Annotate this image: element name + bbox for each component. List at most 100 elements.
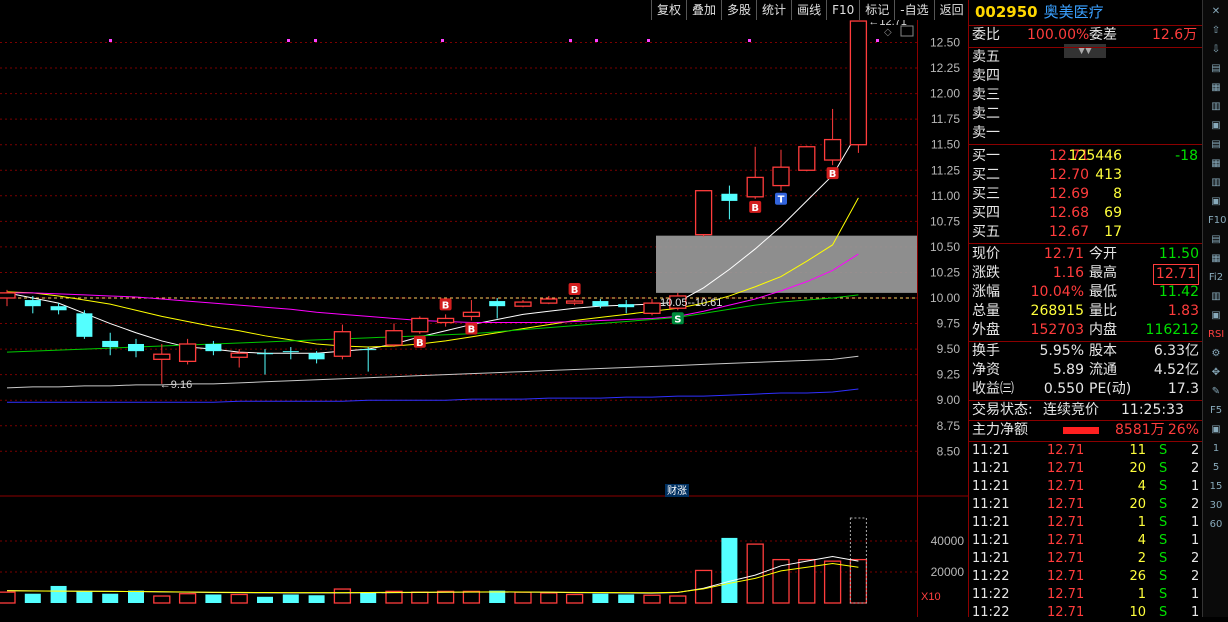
- sidebar-tool-icon[interactable]: ▣: [1208, 309, 1224, 323]
- volume-bar: [565, 593, 584, 604]
- bid-volume: 125446: [1068, 148, 1122, 164]
- toolbar-button-6[interactable]: 标记: [859, 0, 895, 20]
- quote-label: 现价: [972, 246, 1000, 262]
- sidebar-tool-icon[interactable]: RSI: [1208, 328, 1224, 342]
- bid-row[interactable]: 买五 12.67 17: [969, 223, 1202, 242]
- volume-bar: [823, 560, 842, 604]
- stock-name[interactable]: 奥美医疗: [1044, 3, 1104, 21]
- toolbar-button-5[interactable]: F10: [826, 0, 860, 20]
- quote-value: 10.04%: [1030, 284, 1084, 300]
- sidebar-tool-icon[interactable]: 60: [1208, 518, 1224, 532]
- toolbar-button-2[interactable]: 多股: [721, 0, 757, 20]
- signal-marker-label: B: [416, 338, 424, 349]
- kline-chart[interactable]: 12.50 12.25 12.00 11.75 11.50 11.25 11.00 10.75…: [0, 20, 968, 617]
- stat-label: 股本: [1089, 343, 1117, 359]
- volume-bar: [411, 591, 429, 604]
- sidebar-tool-icon[interactable]: ▦: [1208, 81, 1224, 95]
- price-tick-label: 10.00: [930, 291, 960, 305]
- sidebar-tool-icon[interactable]: 30: [1208, 499, 1224, 513]
- candle-body: [540, 298, 558, 304]
- sidebar-tool-icon[interactable]: Fi2: [1208, 271, 1224, 285]
- sidebar-tool-icon[interactable]: ▣: [1208, 195, 1224, 209]
- candle-body: [746, 176, 764, 198]
- volume-bar: [462, 590, 481, 604]
- sidebar-tool-icon[interactable]: 5: [1208, 461, 1224, 475]
- volume-bar: [360, 592, 377, 603]
- tick-side: S: [1159, 515, 1168, 530]
- tick-price: 12.71: [1047, 569, 1085, 584]
- candle-body: [230, 352, 248, 358]
- volume-bar: [76, 591, 93, 603]
- bid-row[interactable]: 买二 12.70 413: [969, 166, 1202, 185]
- sidebar-tool-icon[interactable]: 15: [1208, 480, 1224, 494]
- tick-count: 2: [1191, 569, 1200, 584]
- sidebar-tool-icon[interactable]: F10: [1208, 214, 1226, 228]
- trade-status-value: 连续竞价: [1043, 402, 1099, 418]
- sidebar-tool-icon[interactable]: ⇧: [1208, 24, 1224, 38]
- sidebar-tool-icon[interactable]: ▤: [1208, 62, 1224, 76]
- bid-row[interactable]: 买三 12.69 8: [969, 185, 1202, 204]
- sidebar-tool-icon[interactable]: ▦: [1208, 252, 1224, 266]
- candle-body: [385, 330, 403, 346]
- tick-row: 11:21 12.71 4 S 1: [969, 478, 1202, 496]
- toolbar-button-8[interactable]: 返回: [933, 0, 969, 20]
- bid-price: 12.70: [1049, 167, 1090, 183]
- toolbar-button-3[interactable]: 统计: [756, 0, 792, 20]
- tick-price: 12.71: [1047, 551, 1085, 566]
- quote-label: 总量: [972, 303, 1000, 319]
- toolbar-button-4[interactable]: 画线: [791, 0, 827, 20]
- sidebar-tool-icon[interactable]: F5: [1208, 404, 1224, 418]
- bid-volume: 413: [1095, 167, 1122, 183]
- bid-row[interactable]: 买一 12.71 125446 -18: [969, 147, 1202, 166]
- volume-bar: [0, 591, 16, 604]
- signal-marker-label: B: [571, 285, 579, 296]
- trade-status-label: 交易状态:: [972, 402, 1033, 418]
- tick-time: 11:21: [972, 497, 1010, 512]
- sidebar-tool-icon[interactable]: ✎: [1208, 385, 1224, 399]
- toolbar-button-7[interactable]: -自选: [894, 0, 934, 20]
- main-flow-row[interactable]: 主力净额 8581万 26%: [969, 421, 1202, 440]
- weibi-label: 委比: [972, 27, 1000, 43]
- quote-panel: 002950 奥美医疗 委比 100.00% 委差 12.6万 ▼▼ 卖五 卖四 卖三 卖二 卖一买…: [968, 0, 1202, 620]
- toolbar-button-1[interactable]: 叠加: [686, 0, 722, 20]
- ask-label: 卖五: [972, 49, 1000, 65]
- candle-body: [643, 302, 661, 314]
- candle-body: [411, 317, 429, 333]
- sidebar-tool-icon[interactable]: ▥: [1208, 176, 1224, 190]
- price-tick-label: 10.25: [930, 265, 960, 279]
- sidebar-tool-icon[interactable]: ▣: [1208, 119, 1224, 133]
- sidebar-tool-icon[interactable]: ▤: [1208, 138, 1224, 152]
- stat-row: 换手 5.95% 股本 6.33亿: [969, 342, 1202, 361]
- candle-body: [772, 166, 790, 187]
- candle-body: [257, 353, 273, 355]
- quote-label: 最低: [1089, 284, 1117, 300]
- sidebar-tool-icon[interactable]: ▤: [1208, 233, 1224, 247]
- quote-row: 现价 12.71 今开 11.50: [969, 245, 1202, 264]
- price-tick-label: 11.00: [931, 189, 960, 203]
- sidebar-tool-icon[interactable]: ✕: [1208, 5, 1224, 19]
- candle-body: [0, 292, 16, 299]
- bid-row[interactable]: 买四 12.68 69: [969, 204, 1202, 223]
- sidebar-tool-icon[interactable]: ▥: [1208, 290, 1224, 304]
- bid-price: 12.68: [1049, 205, 1090, 221]
- volume-bar: [618, 594, 635, 603]
- tick-side: S: [1159, 461, 1168, 476]
- sidebar-tool-icon[interactable]: ▣: [1208, 423, 1224, 437]
- candle-body: [489, 301, 506, 307]
- candle-body: [282, 351, 299, 353]
- bid-label: 买四: [972, 205, 1000, 221]
- tick-time: 11:21: [972, 533, 1010, 548]
- event-dot: [876, 39, 879, 42]
- sidebar-tool-icon[interactable]: ▦: [1208, 157, 1224, 171]
- tick-side: S: [1159, 533, 1168, 548]
- candle-body: [849, 20, 868, 146]
- event-dot: [441, 39, 444, 42]
- tick-volume: 1: [1137, 515, 1146, 530]
- sidebar-tool-icon[interactable]: ▥: [1208, 100, 1224, 114]
- sidebar-tool-icon[interactable]: ✥: [1208, 366, 1224, 380]
- sidebar-tool-icon[interactable]: 1: [1208, 442, 1224, 456]
- sidebar-tool-icon[interactable]: ⇩: [1208, 43, 1224, 57]
- event-dot: [287, 39, 290, 42]
- toolbar-button-0[interactable]: 复权: [651, 0, 687, 20]
- sidebar-tool-icon[interactable]: ⚙: [1208, 347, 1224, 361]
